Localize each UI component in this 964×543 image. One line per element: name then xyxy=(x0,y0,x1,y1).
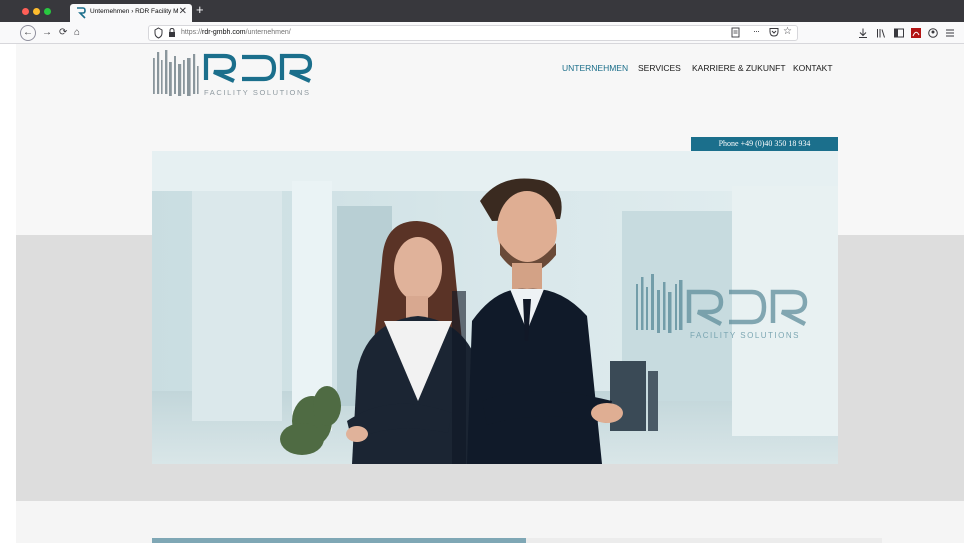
reload-button[interactable]: ⟳ xyxy=(59,27,67,39)
navigation-toolbar: ← → ⟳ ⌂ https://rdr-gmbh.com/unternehmen… xyxy=(0,22,964,44)
phone-number-banner[interactable]: Phone +49 (0)40 350 18 934 xyxy=(691,137,838,151)
web-page: FACILITY SOLUTIONS UNTERNEHMEN SERVICES … xyxy=(16,44,964,543)
tab-close-icon[interactable]: ✕ xyxy=(179,6,187,18)
browser-window: Unternehmen › RDR Facility Ma ✕ + ← → ⟳ … xyxy=(0,0,964,543)
lock-icon[interactable] xyxy=(168,27,176,39)
home-button[interactable]: ⌂ xyxy=(74,27,80,39)
bookmark-star-icon[interactable]: ☆ xyxy=(783,26,792,37)
page-actions-menu-icon[interactable]: ··· xyxy=(753,26,760,36)
tab-title: Unternehmen › RDR Facility Ma xyxy=(90,8,178,15)
content-background xyxy=(16,501,964,543)
nav-unternehmen[interactable]: UNTERNEHMEN xyxy=(562,63,628,73)
url-text[interactable]: https://rdr-gmbh.com/unternehmen/ xyxy=(181,29,291,36)
library-icon[interactable] xyxy=(876,28,886,38)
download-icon[interactable] xyxy=(858,28,868,38)
pocket-icon[interactable] xyxy=(769,27,779,37)
hero-watermark-tagline: FACILITY SOLUTIONS xyxy=(690,331,800,340)
rdr-favicon-icon xyxy=(77,7,86,19)
address-bar[interactable]: https://rdr-gmbh.com/unternehmen/ ··· ☆ xyxy=(148,25,798,41)
tab-bar: Unternehmen › RDR Facility Ma ✕ + xyxy=(0,0,964,22)
hero-image: FACILITY SOLUTIONS xyxy=(152,151,838,464)
back-button[interactable]: ← xyxy=(20,25,36,41)
active-tab[interactable]: Unternehmen › RDR Facility Ma ✕ xyxy=(70,4,192,22)
forward-button[interactable]: → xyxy=(42,27,52,39)
content-image-strip xyxy=(152,538,526,543)
close-window-button[interactable] xyxy=(22,8,29,15)
content-card-strip xyxy=(526,538,882,543)
menu-icon[interactable] xyxy=(945,28,955,38)
new-tab-button[interactable]: + xyxy=(196,2,204,18)
url-host: rdr-gmbh.com xyxy=(202,29,246,36)
nav-services[interactable]: SERVICES xyxy=(638,63,681,73)
site-info-icon[interactable] xyxy=(154,27,163,39)
sidebar-icon[interactable] xyxy=(894,28,904,38)
office-team-photo xyxy=(152,151,838,464)
logo-tagline: FACILITY SOLUTIONS xyxy=(204,88,311,97)
nav-karriere-zukunft[interactable]: KARRIERE & ZUKUNFT xyxy=(692,63,786,73)
reader-view-icon[interactable] xyxy=(731,27,740,38)
account-icon[interactable] xyxy=(928,28,938,38)
pdf-icon[interactable] xyxy=(911,28,921,38)
maximize-window-button[interactable] xyxy=(44,8,51,15)
minimize-window-button[interactable] xyxy=(33,8,40,15)
nav-kontakt[interactable]: KONTAKT xyxy=(793,63,833,73)
